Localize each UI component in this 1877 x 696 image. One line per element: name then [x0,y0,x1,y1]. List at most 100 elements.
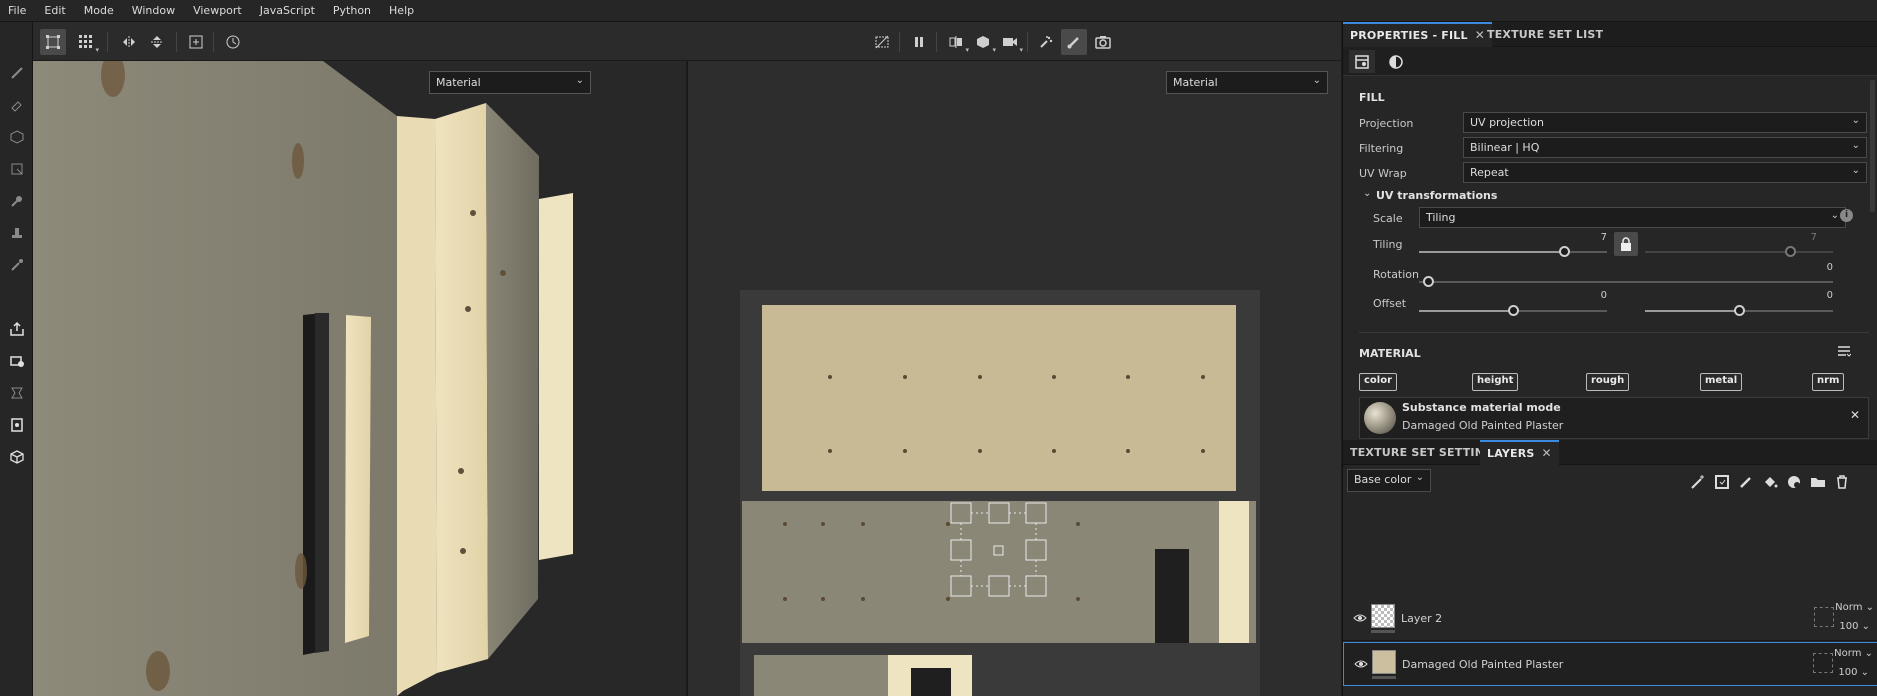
filtering-select[interactable]: Bilinear | HQ ⌄ [1463,137,1867,158]
paint-brush-icon[interactable] [8,64,26,82]
eraser-icon[interactable] [8,96,26,114]
add-smart-material-icon[interactable] [1785,473,1803,491]
add-paint-layer-icon[interactable] [1737,473,1755,491]
viewport-3d[interactable]: Material ⌄ [33,61,686,696]
channel-rough-button[interactable]: rough [1586,373,1630,391]
blend-mode[interactable]: Norm ⌄ [1835,602,1874,613]
tiling-u-value[interactable]: 7 [1577,232,1607,243]
menu-javascript[interactable]: JavaScript [251,4,324,17]
material-mode-title: Substance material mode [1402,401,1561,414]
add-fill-layer-icon[interactable] [1761,473,1779,491]
add-frame-icon[interactable] [183,29,209,55]
layer-opacity[interactable]: 100 ⌄ [1838,667,1869,678]
layer-thumbnail [1371,604,1395,628]
magic-wand-icon[interactable] [1689,473,1707,491]
projection-icon[interactable] [8,128,26,146]
grid-select-icon[interactable]: ▾ [73,29,99,55]
fill-properties-icon[interactable] [1349,50,1375,73]
screenshot-camera-icon[interactable] [1090,29,1116,55]
document-icon[interactable] [8,416,26,434]
pause-icon[interactable] [906,29,932,55]
color-picker-icon[interactable] [8,256,26,274]
properties-tabbar: PROPERTIES - FILL ✕ TEXTURE SET LIST [1343,22,1877,47]
channel-height-button[interactable]: height [1472,373,1519,391]
channel-select[interactable]: Base color ⌄ [1347,469,1431,492]
layer-name[interactable]: Damaged Old Painted Plaster [1402,658,1563,671]
offset-u-fill [1419,310,1513,312]
scale-select[interactable]: Tiling ⌄ [1419,207,1846,228]
eye-icon[interactable] [1354,657,1368,671]
clone-stamp-icon[interactable] [8,224,26,242]
particle-brush-icon[interactable] [1033,29,1059,55]
properties-scrollbar[interactable] [1870,80,1875,212]
add-folder-icon[interactable] [1809,473,1827,491]
layer-opacity[interactable]: 100 ⌄ [1839,621,1870,632]
uv-transformations-heading[interactable]: UV transformations [1376,189,1497,202]
tiling-v-track[interactable] [1645,251,1833,253]
chevron-down-icon[interactable]: ⌄ [1363,188,1371,199]
add-anchor-icon[interactable] [1713,473,1731,491]
menu-python[interactable]: Python [324,4,380,17]
tab-properties-fill[interactable]: PROPERTIES - FILL ✕ [1343,22,1492,47]
cube-view-icon[interactable]: ▾ [970,29,996,55]
mirror-vertical-icon[interactable] [144,29,170,55]
smudge-icon[interactable] [8,192,26,210]
offset-v-knob[interactable] [1734,305,1745,316]
3d-scene [33,61,686,696]
channel-nrm-button[interactable]: nrm [1812,373,1845,391]
menu-help[interactable]: Help [380,4,423,17]
layer-mask-bar [1371,630,1395,633]
split-view-icon[interactable]: ▾ [943,29,969,55]
tab-texture-set-list[interactable]: TEXTURE SET LIST [1480,22,1610,47]
material-sphere-thumbnail [1364,402,1396,434]
rotation-track[interactable] [1419,281,1833,283]
rotation-knob[interactable] [1423,276,1434,287]
menu-window[interactable]: Window [123,4,184,17]
uvwrap-select[interactable]: Repeat ⌄ [1463,162,1867,183]
viewport-2d[interactable]: Material ⌄ [688,61,1341,696]
offset-v-value[interactable]: 0 [1803,290,1833,301]
rotation-value[interactable]: 0 [1803,262,1833,273]
channel-metal-button[interactable]: metal [1700,373,1743,391]
paint-mode-icon[interactable] [1061,29,1087,55]
layer-name[interactable]: Layer 2 [1401,612,1442,625]
menu-file[interactable]: File [0,4,35,17]
offset-u-knob[interactable] [1508,305,1519,316]
geometry-fill-icon[interactable] [8,160,26,178]
hide-selection-icon[interactable] [869,29,895,55]
tiling-v-value[interactable]: 7 [1787,232,1817,243]
projection-select[interactable]: UV projection ⌄ [1463,112,1867,133]
right-panel: PROPERTIES - FILL ✕ TEXTURE SET LIST FILL… [1342,22,1877,696]
material-sphere-icon[interactable] [1383,50,1409,73]
tiling-v-knob[interactable] [1785,246,1796,257]
viewport-3d-mode-select[interactable]: Material ⌄ [429,71,591,94]
offset-u-value[interactable]: 0 [1577,290,1607,301]
remove-material-icon[interactable]: ✕ [1850,408,1860,422]
lock-icon[interactable] [1614,232,1638,256]
delete-layer-icon[interactable] [1833,473,1851,491]
eye-icon[interactable] [1353,611,1367,625]
bake-icon[interactable] [8,384,26,402]
viewport-2d-mode-select[interactable]: Material ⌄ [1166,71,1328,94]
channel-color-button[interactable]: color [1359,373,1398,391]
close-icon[interactable]: ✕ [1542,446,1552,460]
layer-row[interactable]: Layer 2 Norm ⌄ 100 ⌄ [1343,597,1877,641]
export-icon[interactable] [8,320,26,338]
menu-mode[interactable]: Mode [75,4,123,17]
tab-layers[interactable]: LAYERS ✕ [1480,440,1559,465]
selection-mode-icon[interactable] [40,29,66,55]
tiling-u-knob[interactable] [1559,246,1570,257]
menu-viewport[interactable]: Viewport [184,4,251,17]
material-menu-icon[interactable] [1837,344,1852,358]
menu-bar: File Edit Mode Window Viewport JavaScrip… [0,0,1877,22]
shelf-icon[interactable] [8,352,26,370]
camera-video-icon[interactable]: ▾ [997,29,1023,55]
info-icon[interactable]: i [1840,209,1853,222]
material-card[interactable]: Substance material mode Damaged Old Pain… [1359,397,1869,439]
menu-edit[interactable]: Edit [35,4,74,17]
mirror-horizontal-icon[interactable] [116,29,142,55]
layer-row-selected[interactable]: Damaged Old Painted Plaster Norm ⌄ 100 ⌄ [1343,642,1877,686]
history-icon[interactable] [220,29,246,55]
cube-settings-icon[interactable] [8,448,26,466]
blend-mode[interactable]: Norm ⌄ [1834,648,1873,659]
